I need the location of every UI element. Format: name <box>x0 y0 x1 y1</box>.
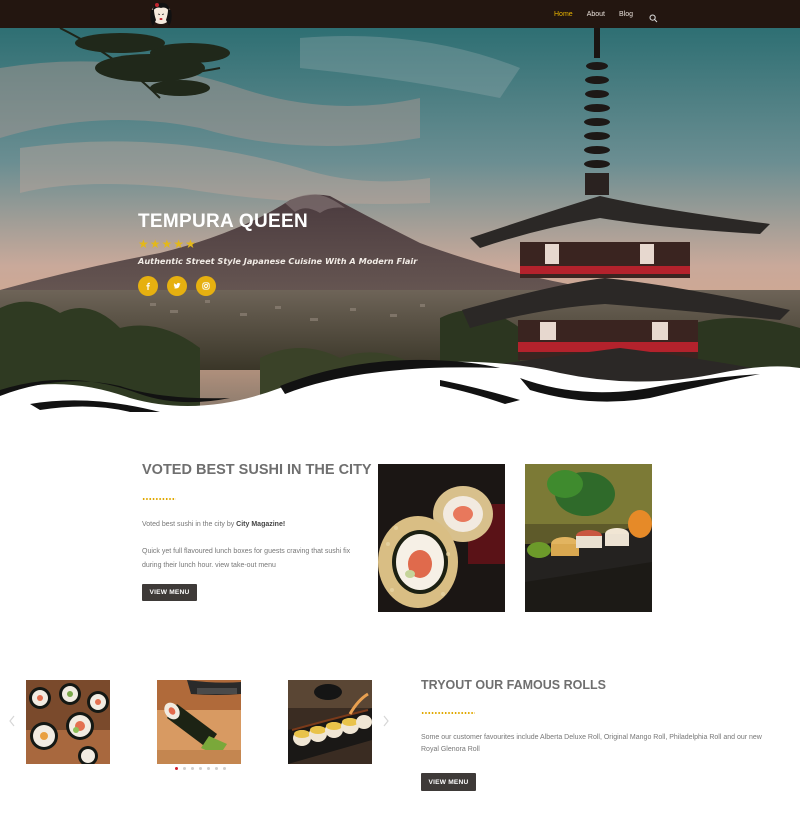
view-menu-button-rolls[interactable]: VIEW MENU <box>421 773 476 791</box>
sushi-plate-photo <box>525 464 652 612</box>
heading-divider-dots <box>421 712 475 714</box>
carousel-dot[interactable] <box>183 767 186 770</box>
hero-subtitle: Authentic Street Style Japanese Cuisine … <box>138 256 418 266</box>
carousel-dot[interactable] <box>207 767 210 770</box>
star-icon: ★ <box>138 237 149 251</box>
carousel-dot[interactable] <box>191 767 194 770</box>
carousel-prev-arrow[interactable] <box>8 714 16 728</box>
instagram-icon <box>202 282 210 290</box>
nav-link-about[interactable]: About <box>587 11 605 18</box>
carousel-dot[interactable] <box>175 767 178 770</box>
star-icon: ★ <box>161 237 173 251</box>
award-text-magazine: City Magazine! <box>236 521 286 528</box>
top-navbar: Home About Blog <box>0 0 800 28</box>
instagram-button[interactable] <box>196 276 216 296</box>
carousel-dot[interactable] <box>223 767 226 770</box>
carousel-next-arrow[interactable] <box>382 714 390 728</box>
star-icon: ★ <box>149 237 161 251</box>
rating-stars: ★ ★ ★ ★ ★ <box>138 238 196 250</box>
carousel-dot[interactable] <box>199 767 202 770</box>
facebook-button[interactable] <box>138 276 158 296</box>
hero-banner: TEMPURA QUEEN ★ ★ ★ ★ ★ Authentic Street… <box>0 28 800 412</box>
search-icon[interactable] <box>649 10 658 22</box>
view-menu-button[interactable]: VIEW MENU <box>142 584 197 601</box>
twitter-icon <box>173 282 181 289</box>
star-icon: ★ <box>185 237 196 251</box>
carousel-photo-cutting-roll[interactable] <box>157 680 241 764</box>
heading-divider-dots <box>142 498 176 500</box>
facebook-icon <box>146 282 150 290</box>
award-text-prefix: Voted best sushi in the city by <box>142 521 237 528</box>
rolls-description: Some our customer favourites include Alb… <box>421 734 762 753</box>
carousel-photo-maki-rolls[interactable] <box>26 680 110 764</box>
carousel-photo-dragon-roll[interactable] <box>288 680 372 764</box>
famous-rolls-heading: TRYOUT OUR FAMOUS ROLLS <box>421 678 606 692</box>
nav-link-home[interactable]: Home <box>554 11 573 18</box>
hero-title: TEMPURA QUEEN <box>138 211 308 232</box>
best-sushi-heading: VOTED BEST SUSHI IN THE CITY <box>142 462 372 478</box>
carousel-pagination <box>175 767 226 770</box>
award-text: Voted best sushi in the city by City Mag… <box>142 521 285 528</box>
lunch-description: Quick yet full flavoured lunch boxes for… <box>142 548 351 569</box>
nav-links: Home About Blog <box>554 0 658 28</box>
nav-link-blog[interactable]: Blog <box>619 11 633 18</box>
geisha-logo-icon[interactable] <box>148 0 174 28</box>
twitter-button[interactable] <box>167 276 187 296</box>
star-icon: ★ <box>173 237 185 251</box>
sushi-roll-photo <box>378 464 505 612</box>
carousel-dot[interactable] <box>215 767 218 770</box>
hero-background-image <box>0 28 800 412</box>
